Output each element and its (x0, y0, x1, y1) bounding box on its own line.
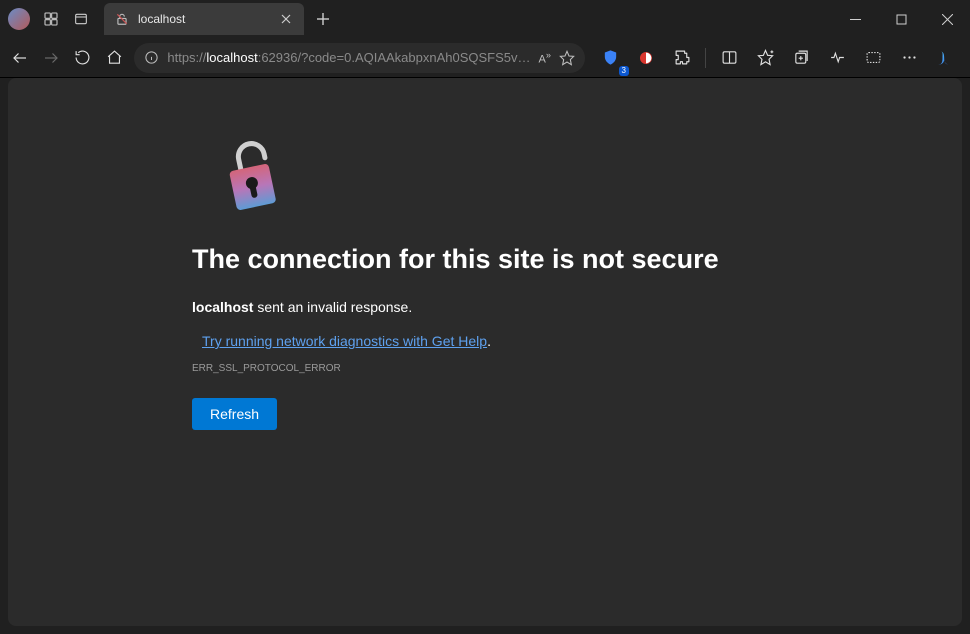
toolbar-right: 3 (593, 42, 962, 74)
close-tab-icon[interactable] (278, 11, 294, 27)
browser-essentials-icon[interactable] (856, 42, 890, 74)
titlebar: localhost (0, 0, 970, 38)
back-button[interactable] (8, 42, 32, 74)
error-code: ERR_SSL_PROTOCOL_ERROR (192, 363, 962, 374)
divider (705, 48, 706, 68)
diagnostics-line: Try running network diagnostics with Get… (202, 333, 962, 349)
diagnostics-link[interactable]: Try running network diagnostics with Get… (202, 333, 487, 349)
window-controls (832, 0, 970, 38)
url-text: https://localhost:62936/?code=0.AQIAAkab… (167, 50, 530, 65)
maximize-button[interactable] (878, 0, 924, 38)
browser-tab[interactable]: localhost (104, 3, 304, 35)
not-secure-icon (114, 11, 130, 27)
health-icon[interactable] (820, 42, 854, 74)
minimize-button[interactable] (832, 0, 878, 38)
workspaces-icon[interactable] (42, 10, 60, 28)
favorite-icon[interactable] (559, 50, 575, 66)
collections-icon[interactable] (784, 42, 818, 74)
address-bar[interactable]: https://localhost:62936/?code=0.AQIAAkab… (134, 43, 585, 73)
viewport: The connection for this site is not secu… (8, 78, 962, 626)
adblock-icon[interactable] (629, 42, 663, 74)
settings-more-icon[interactable] (892, 42, 926, 74)
tab-actions-icon[interactable] (72, 10, 90, 28)
extensions-icon[interactable] (665, 42, 699, 74)
copilot-icon[interactable] (928, 42, 962, 74)
read-aloud-icon[interactable]: A» (539, 50, 551, 66)
error-heading: The connection for this site is not secu… (192, 244, 962, 275)
forward-button[interactable] (40, 42, 64, 74)
error-page: The connection for this site is not secu… (8, 78, 962, 626)
site-info-icon[interactable] (144, 50, 159, 65)
error-message: localhost sent an invalid response. (192, 299, 962, 315)
profile-avatar[interactable] (8, 8, 30, 30)
favorites-icon[interactable] (748, 42, 782, 74)
extension-shield-icon[interactable]: 3 (593, 42, 627, 74)
new-tab-button[interactable] (308, 4, 338, 34)
tab-title: localhost (138, 12, 185, 26)
toolbar: https://localhost:62936/?code=0.AQIAAkab… (0, 38, 970, 78)
extension-badge: 3 (619, 66, 629, 76)
home-button[interactable] (103, 42, 127, 74)
close-window-button[interactable] (924, 0, 970, 38)
refresh-page-button[interactable]: Refresh (192, 398, 277, 430)
unlocked-padlock-icon (222, 138, 292, 216)
refresh-button[interactable] (71, 42, 95, 74)
split-screen-icon[interactable] (712, 42, 746, 74)
